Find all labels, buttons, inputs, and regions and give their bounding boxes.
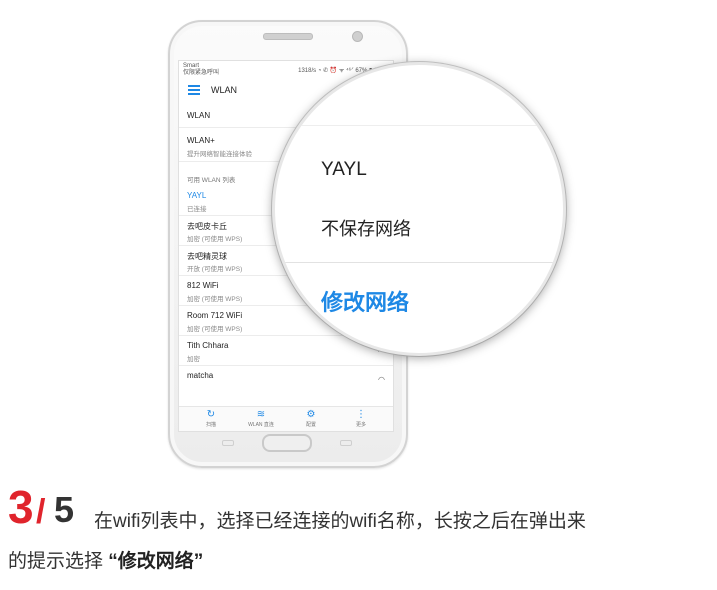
caption-highlight: “修改网络” xyxy=(108,551,204,572)
more-button[interactable]: ⋮ 更多 xyxy=(341,409,381,428)
wlan-label: WLAN xyxy=(187,111,211,120)
network-status: 加密 (可使用 WPS) xyxy=(187,326,243,333)
available-networks-header: 可用 WLAN 列表 xyxy=(187,177,236,184)
network-name: 812 WiFi xyxy=(187,281,219,290)
network-name: Tith Chhara xyxy=(187,341,229,350)
divider xyxy=(275,262,563,263)
wifi-signal-icon: ◠ xyxy=(378,375,385,384)
network-status: 加密 (可使用 WPS) xyxy=(187,296,243,303)
modify-network-option[interactable]: 修改网络 xyxy=(321,285,409,317)
menu-icon[interactable] xyxy=(188,85,200,95)
wlan-direct-button[interactable]: ≋ WLAN 直连 xyxy=(241,409,281,428)
divider xyxy=(275,125,563,126)
network-status: 开放 (可使用 WPS) xyxy=(187,266,243,273)
gear-icon: ⚙ xyxy=(306,409,316,420)
forget-network-option[interactable]: 不保存网络 xyxy=(321,215,411,241)
menu-network-name: YAYL xyxy=(321,159,367,180)
refresh-icon: ↻ xyxy=(206,409,216,420)
network-name: YAYL xyxy=(187,191,207,200)
more-vert-icon: ⋮ xyxy=(356,409,366,420)
scan-button[interactable]: ↻ 扫描 xyxy=(191,409,231,428)
caption-line-2: 的提示选择 “修改网络” xyxy=(8,546,203,573)
step-number: 3 xyxy=(8,481,34,533)
wlan-plus-subtitle: 提升网络智能连接体验 xyxy=(187,151,252,158)
bottom-nav: ↻ 扫描 ≋ WLAN 直连 ⚙ 配置 ⋮ 更多 xyxy=(179,406,393,431)
network-status: 已连接 xyxy=(187,206,207,213)
network-name: 去吧皮卡丘 xyxy=(187,222,227,231)
network-row[interactable]: matcha ◠ xyxy=(179,365,393,405)
network-name: Room 712 WiFi xyxy=(187,311,243,320)
network-status: 加密 (可使用 WPS) xyxy=(187,236,243,243)
caption-line-1: 在wifi列表中，选择已经连接的wifi名称，长按之后在弹出来 xyxy=(94,511,586,532)
config-button[interactable]: ⚙ 配置 xyxy=(291,409,331,428)
step-slash: / xyxy=(36,493,46,531)
page-title: WLAN xyxy=(211,85,238,95)
caption-prefix: 的提示选择 xyxy=(8,551,109,572)
wlan-plus-title: WLAN+ xyxy=(187,136,215,145)
network-name: matcha xyxy=(187,371,214,380)
scan-label: 扫描 xyxy=(205,422,216,428)
back-key xyxy=(222,440,234,446)
network-name: 去吧精灵球 xyxy=(187,252,227,261)
wifi-direct-icon: ≋ xyxy=(256,409,266,420)
phone-speaker xyxy=(263,33,313,40)
config-label: 配置 xyxy=(305,422,316,428)
magnified-context-menu: YAYL 不保存网络 修改网络 xyxy=(272,62,566,356)
carrier-label: Smart xyxy=(183,63,200,69)
phone-camera xyxy=(352,31,363,42)
step-total: 5 xyxy=(54,489,75,530)
wlan-direct-label: WLAN 直连 xyxy=(248,422,274,428)
emergency-label: 仅限紧急呼叫 xyxy=(183,70,220,76)
home-button xyxy=(262,434,312,452)
network-status: 加密 xyxy=(187,356,200,363)
recent-key xyxy=(340,440,352,446)
more-label: 更多 xyxy=(355,422,366,428)
